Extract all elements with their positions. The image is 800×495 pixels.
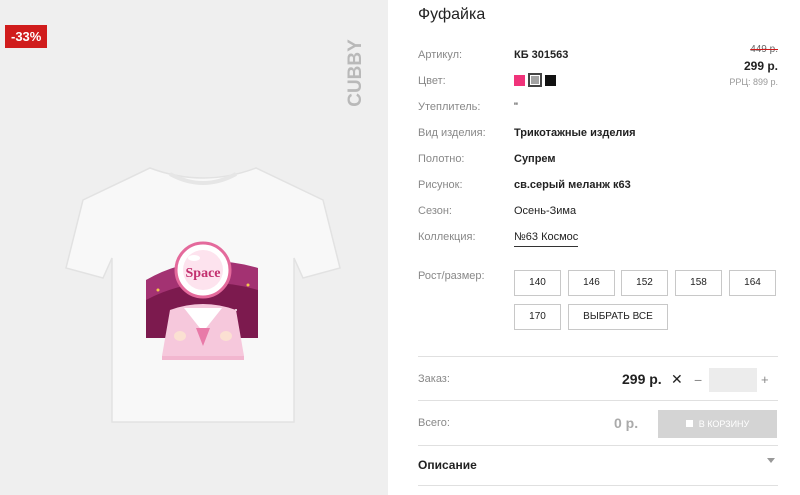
recommended-price: РРЦ: 899 р. — [729, 77, 778, 87]
decrement-button[interactable]: − — [694, 372, 702, 388]
total-value: 0 р. — [614, 415, 639, 431]
increment-button[interactable]: + — [761, 372, 769, 387]
attr-label: Артикул: — [418, 49, 463, 61]
svg-text:CUBBY: CUBBY — [345, 39, 366, 107]
description-toggle[interactable]: Описание — [418, 458, 477, 472]
tshirt-image: Space — [58, 160, 348, 430]
collection-link[interactable]: №63 Космос — [514, 229, 579, 247]
attr-label: Коллекция: — [418, 231, 476, 243]
size-button-164[interactable]: 164 — [729, 270, 776, 296]
chevron-down-icon[interactable] — [767, 458, 775, 463]
attr-label: Рисунок: — [418, 179, 463, 191]
close-icon[interactable]: ✕ — [671, 371, 683, 388]
product-title: Фуфайка — [418, 6, 486, 23]
attr-value: Супрем — [514, 153, 556, 165]
size-label: Рост/размер: — [418, 270, 485, 282]
attr-label: Вид изделия: — [418, 127, 486, 139]
current-price: 299 р. — [743, 59, 778, 73]
add-to-cart-label: В КОРЗИНУ — [698, 419, 750, 429]
attr-label: Утеплитель: — [418, 101, 481, 113]
color-swatches — [514, 73, 564, 89]
attr-label: Полотно: — [418, 153, 465, 165]
old-price: 449 р. — [750, 44, 778, 55]
size-button-146[interactable]: 146 — [568, 270, 615, 296]
quantity-input[interactable] — [709, 368, 757, 392]
divider — [418, 356, 778, 357]
size-button-158[interactable]: 158 — [675, 270, 722, 296]
svg-text:Space: Space — [186, 266, 221, 281]
divider — [418, 400, 778, 401]
attr-label: Сезон: — [418, 205, 452, 217]
divider — [418, 445, 778, 446]
attr-color: Цвет: — [418, 73, 778, 89]
discount-badge: -33% — [5, 25, 48, 48]
order-price: 299 р. — [622, 371, 662, 387]
color-swatch-grey[interactable] — [528, 73, 542, 87]
attr-value: Трикотажные изделия — [514, 127, 636, 139]
cart-icon — [685, 420, 693, 428]
order-label: Заказ: — [418, 373, 450, 385]
divider — [418, 485, 778, 486]
total-label: Всего: — [418, 417, 450, 429]
attr-value: Осень-Зима — [514, 205, 577, 217]
brand-logo: CUBBY — [344, 28, 368, 118]
size-button-170[interactable]: 170 — [514, 304, 561, 330]
add-to-cart-button[interactable]: В КОРЗИНУ — [658, 410, 777, 438]
attr-label: Цвет: — [418, 75, 446, 87]
attr-value: " — [514, 101, 518, 113]
color-swatch-pink[interactable] — [514, 75, 525, 86]
color-swatch-black[interactable] — [545, 75, 556, 86]
size-button-152[interactable]: 152 — [621, 270, 668, 296]
size-button-140[interactable]: 140 — [514, 270, 561, 296]
select-all-sizes-button[interactable]: ВЫБРАТЬ ВСЕ — [568, 304, 668, 330]
product-gallery: -33% CUBBY Space — [0, 0, 388, 495]
attr-value: КБ 301563 — [514, 49, 569, 61]
attr-value: св.серый меланж к63 — [514, 179, 631, 191]
